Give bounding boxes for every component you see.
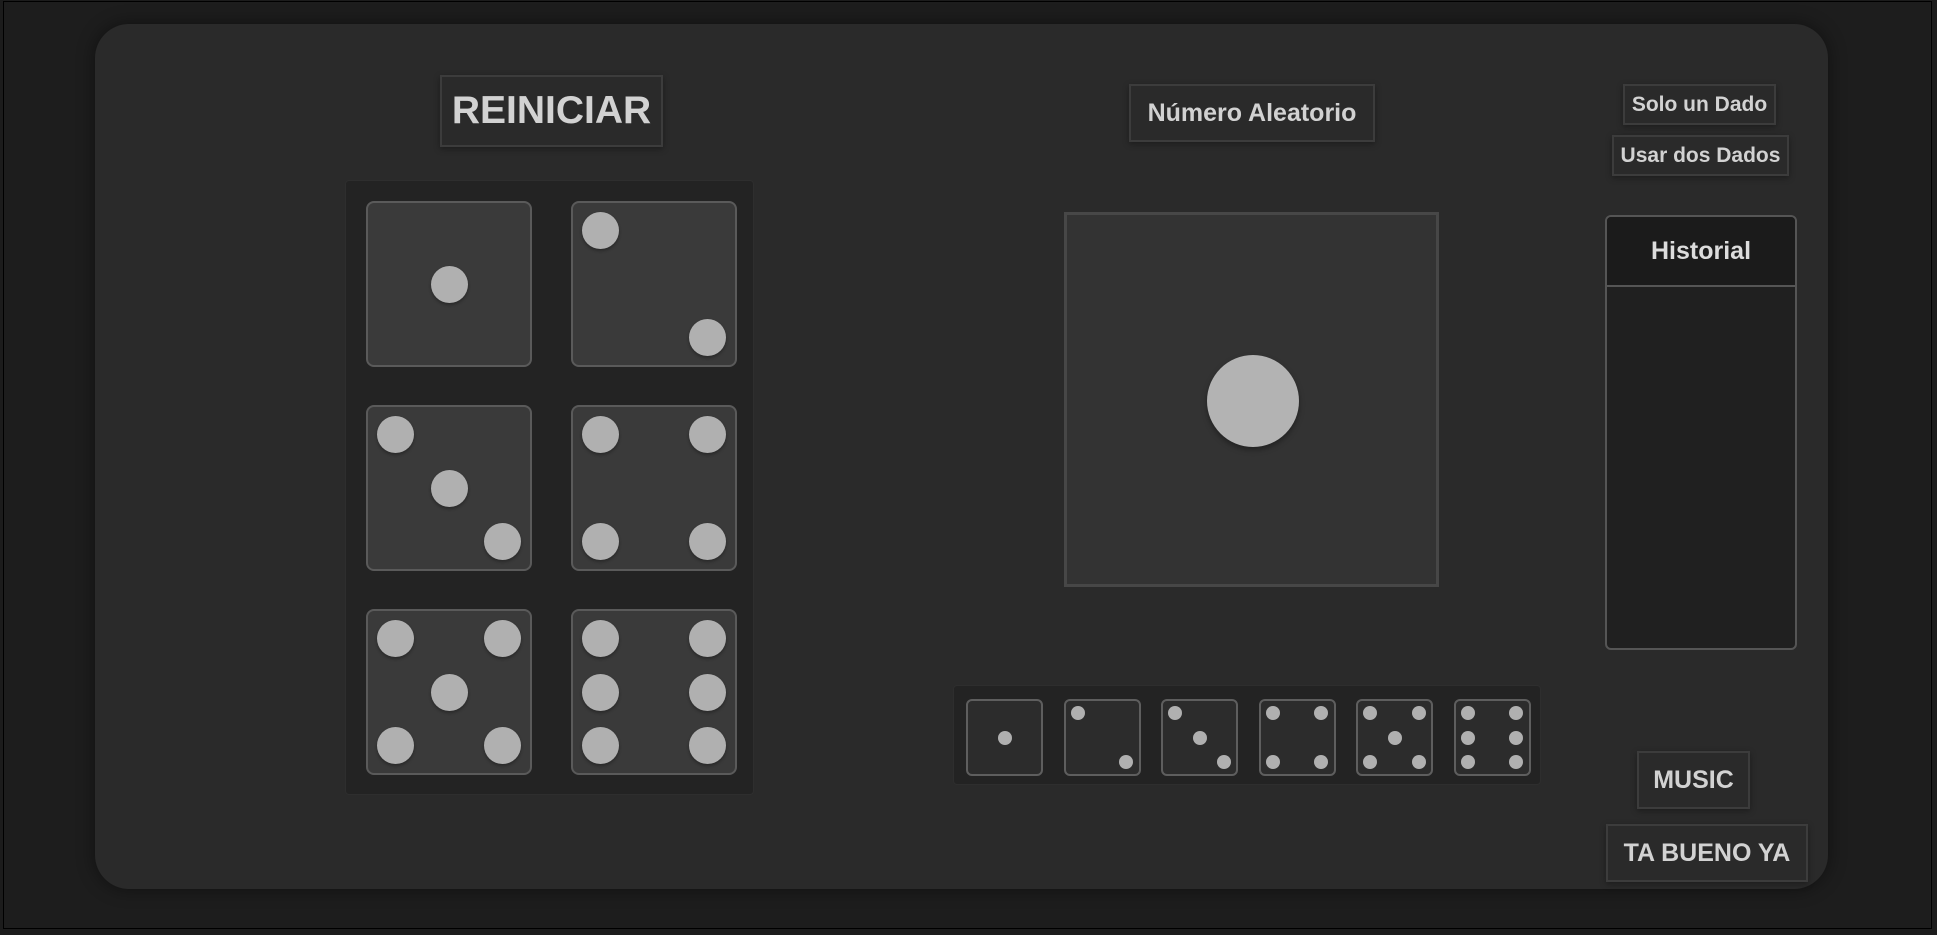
dice-pip bbox=[582, 416, 620, 454]
dice-pip bbox=[1363, 754, 1378, 769]
dice-faces-strip bbox=[953, 685, 1541, 785]
dice-option-6[interactable] bbox=[571, 609, 737, 775]
dice-pip bbox=[430, 673, 468, 711]
dice-pip bbox=[688, 673, 726, 711]
historial-list bbox=[1607, 287, 1795, 647]
dice-pip bbox=[483, 726, 521, 764]
dice-option-5[interactable] bbox=[366, 609, 532, 775]
dice-pip bbox=[688, 318, 726, 356]
dice-option-3[interactable] bbox=[366, 405, 532, 571]
historial-title: Historial bbox=[1607, 217, 1795, 287]
dice-face-thumb-3[interactable] bbox=[1161, 699, 1238, 776]
dice-pip bbox=[1460, 706, 1475, 721]
dice-face-thumb-5[interactable] bbox=[1356, 699, 1433, 776]
dice-option-2[interactable] bbox=[571, 201, 737, 367]
numero-aleatorio-button[interactable]: Número Aleatorio bbox=[1129, 84, 1375, 142]
dice-pip bbox=[1387, 730, 1402, 745]
dice-pip bbox=[377, 726, 415, 764]
historial-panel: Historial bbox=[1605, 215, 1797, 650]
dice-pip bbox=[688, 620, 726, 658]
dice-pip bbox=[1070, 706, 1085, 721]
dice-result-display bbox=[1064, 212, 1439, 587]
dice-pip bbox=[430, 265, 468, 303]
dice-option-1[interactable] bbox=[366, 201, 532, 367]
dice-pip bbox=[377, 416, 415, 454]
dice-pip bbox=[582, 522, 620, 560]
dice-pip bbox=[997, 730, 1012, 745]
dice-pip bbox=[582, 726, 620, 764]
dice-pip bbox=[1509, 730, 1524, 745]
music-button[interactable]: MUSIC bbox=[1637, 751, 1750, 809]
dice-pip bbox=[430, 469, 468, 507]
dice-pip bbox=[1314, 706, 1329, 721]
dice-pip bbox=[1265, 706, 1280, 721]
dice-pip bbox=[1509, 754, 1524, 769]
result-pip bbox=[1207, 355, 1299, 447]
reiniciar-button[interactable]: REINICIAR bbox=[440, 75, 663, 147]
dice-pip bbox=[1216, 754, 1231, 769]
dice-pip bbox=[1168, 706, 1183, 721]
dice-pip bbox=[1119, 754, 1134, 769]
dice-pip bbox=[1460, 754, 1475, 769]
dice-pip bbox=[1363, 706, 1378, 721]
dice-pip bbox=[582, 620, 620, 658]
dice-pip bbox=[1265, 754, 1280, 769]
ta-bueno-ya-button[interactable]: TA BUENO YA bbox=[1606, 824, 1808, 882]
dice-pip bbox=[1411, 754, 1426, 769]
dice-pip bbox=[483, 620, 521, 658]
dice-pip bbox=[377, 620, 415, 658]
dice-face-thumb-4[interactable] bbox=[1258, 699, 1336, 776]
dice-selector-grid bbox=[345, 180, 754, 795]
dice-pip bbox=[1509, 706, 1524, 721]
dice-face-thumb-2[interactable] bbox=[1063, 699, 1141, 776]
dice-pip bbox=[582, 673, 620, 711]
dice-pip bbox=[483, 522, 521, 560]
dice-pip bbox=[688, 726, 726, 764]
dice-pip bbox=[1411, 706, 1426, 721]
dice-face-thumb-1[interactable] bbox=[966, 699, 1043, 776]
usar-dos-dados-button[interactable]: Usar dos Dados bbox=[1612, 135, 1789, 176]
dice-pip bbox=[582, 212, 620, 250]
solo-un-dado-button[interactable]: Solo un Dado bbox=[1623, 84, 1776, 125]
dice-face-thumb-6[interactable] bbox=[1453, 699, 1531, 776]
dice-pip bbox=[688, 416, 726, 454]
dice-pip bbox=[1314, 754, 1329, 769]
dice-option-4[interactable] bbox=[571, 405, 737, 571]
dice-pip bbox=[1192, 730, 1207, 745]
dice-pip bbox=[688, 522, 726, 560]
dice-pip bbox=[1460, 730, 1475, 745]
